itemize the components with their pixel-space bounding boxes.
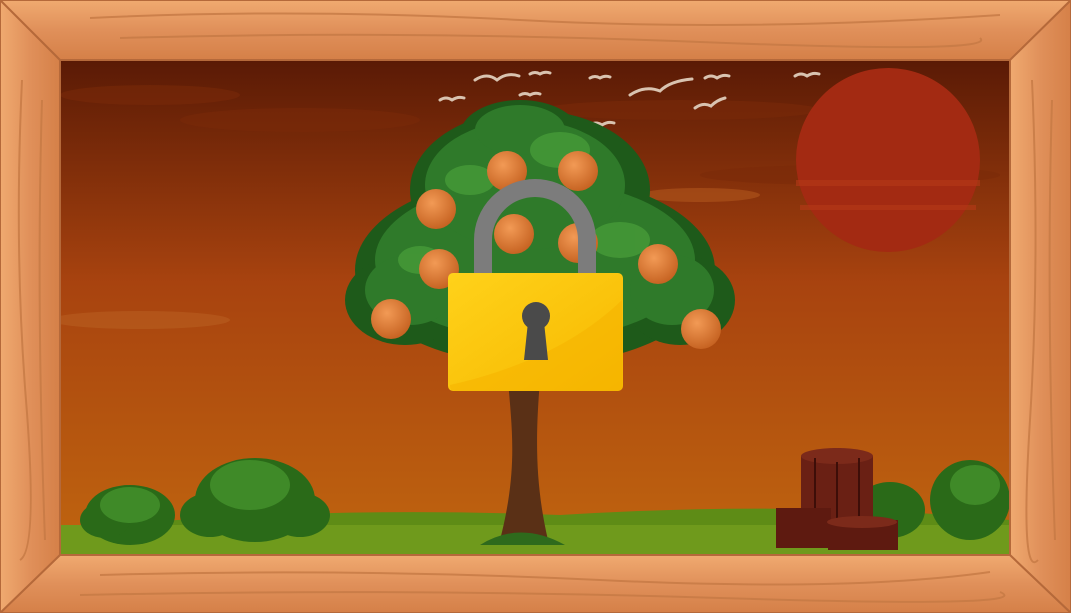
level-scene [0, 0, 1071, 613]
frame-top [0, 0, 1071, 61]
level-card[interactable] [0, 0, 1071, 613]
sun [796, 68, 980, 252]
frame-bottom [0, 554, 1071, 613]
frame-right [1009, 0, 1071, 613]
